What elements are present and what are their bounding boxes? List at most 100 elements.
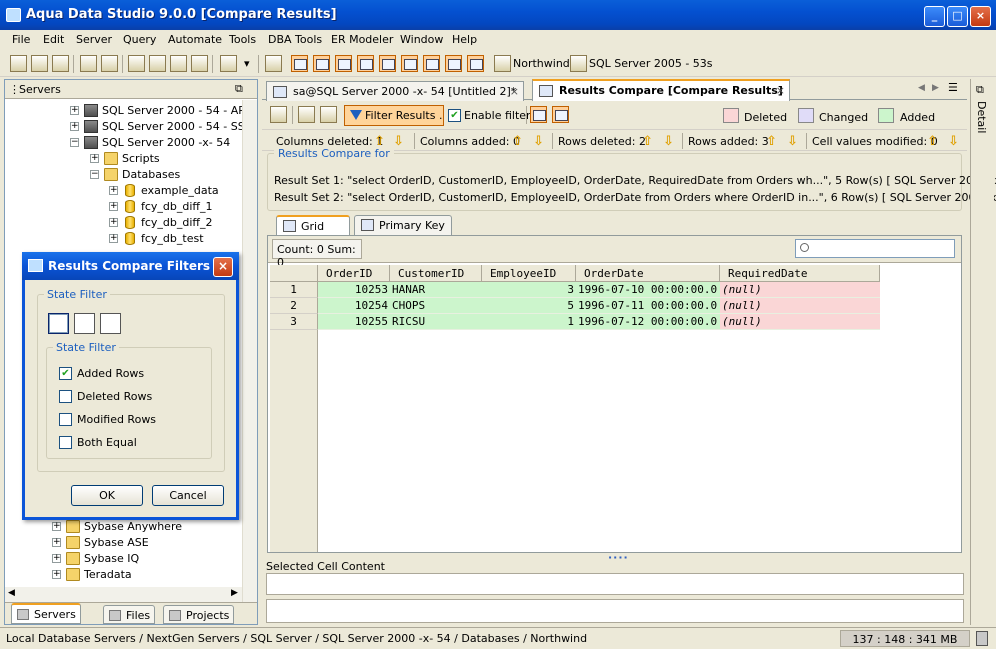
dropdown-arrow-icon[interactable]: ▾ — [244, 57, 250, 70]
garbage-collect-icon[interactable] — [976, 631, 988, 646]
pivot-view-icon[interactable] — [357, 55, 374, 72]
form-view-icon[interactable] — [445, 55, 462, 72]
table-cell[interactable]: 5 — [482, 298, 576, 314]
close-button[interactable]: × — [970, 6, 991, 27]
memory-usage[interactable]: 137 : 148 : 341 MB — [840, 630, 970, 647]
tab-projects[interactable]: Projects — [163, 605, 235, 624]
query-builder-icon[interactable] — [149, 55, 166, 72]
prev-arrow-icon[interactable]: ⇧ — [766, 134, 777, 149]
split-view-icon[interactable] — [423, 55, 440, 72]
column-header-orderdate[interactable]: OrderDate — [576, 265, 720, 282]
compare-icon[interactable] — [191, 55, 208, 72]
dialog-close-button[interactable]: × — [213, 257, 233, 277]
print-icon[interactable] — [265, 55, 282, 72]
table-cell[interactable]: RICSU — [390, 314, 482, 330]
tab-scroll-left-icon[interactable]: ◀ — [918, 83, 925, 93]
minimize-button[interactable]: _ — [924, 6, 945, 27]
column-header-orderid[interactable]: OrderID — [318, 265, 390, 282]
deleted-rows-checkbox[interactable] — [59, 390, 72, 403]
table-cell[interactable]: HANAR — [390, 282, 482, 298]
next-arrow-icon[interactable]: ⇩ — [533, 134, 544, 149]
tree-view-icon[interactable] — [401, 55, 418, 72]
column-header-employeeid[interactable]: EmployeeID — [482, 265, 576, 282]
detail-tab[interactable]: Detail — [975, 101, 988, 133]
prev-arrow-icon[interactable]: ⇧ — [642, 134, 653, 149]
filter-added-icon[interactable] — [48, 313, 69, 334]
restore-icon[interactable]: ⧉ — [976, 83, 984, 97]
grid-view-icon[interactable] — [291, 55, 308, 72]
menu-automate[interactable]: Automate — [168, 33, 222, 46]
layout-horizontal-icon[interactable] — [530, 106, 547, 123]
table-cell[interactable]: 1996-07-10 00:00:00.0 — [576, 282, 720, 298]
tab-scroll-right-icon[interactable]: ▶ — [932, 83, 939, 93]
column-header-customerid[interactable]: CustomerID — [390, 265, 482, 282]
table-cell[interactable]: (null) — [720, 282, 880, 298]
menu-edit[interactable]: Edit — [43, 33, 64, 46]
selected-cell-content-secondary[interactable] — [266, 599, 964, 623]
new-icon[interactable] — [10, 55, 27, 72]
table-cell[interactable]: CHOPS — [390, 298, 482, 314]
prev-arrow-icon[interactable]: ⇧ — [927, 134, 938, 149]
tab-list-icon[interactable]: ☰ — [948, 81, 958, 94]
connect-icon[interactable] — [80, 55, 97, 72]
disconnect-icon[interactable] — [101, 55, 118, 72]
database-label[interactable]: Northwind — [513, 57, 570, 70]
menu-help[interactable]: Help — [452, 33, 477, 46]
next-arrow-icon[interactable]: ⇩ — [787, 134, 798, 149]
menu-er-modeler[interactable]: ER Modeler — [331, 33, 393, 46]
filter-deleted-icon[interactable] — [74, 313, 95, 334]
scroll-left-icon[interactable]: ◀ — [8, 588, 15, 598]
enable-filter-checkbox[interactable]: ✔ — [448, 109, 461, 122]
cancel-button[interactable]: Cancel — [152, 485, 224, 506]
modified-rows-checkbox[interactable] — [59, 413, 72, 426]
table-cell[interactable]: 10255 — [318, 314, 390, 330]
added-rows-checkbox[interactable]: ✔ — [59, 367, 72, 380]
selected-cell-content[interactable] — [266, 573, 964, 595]
tab-grid[interactable]: Grid — [276, 215, 350, 235]
execute-icon[interactable] — [170, 55, 187, 72]
schema-icon[interactable] — [220, 55, 237, 72]
print-preview-icon[interactable] — [320, 106, 337, 123]
splitter-grip-icon[interactable]: ···· — [608, 551, 629, 564]
table-cell[interactable]: 10254 — [318, 298, 390, 314]
table-cell[interactable]: 1996-07-11 00:00:00.0 — [576, 298, 720, 314]
row-header[interactable]: 1 — [270, 282, 318, 298]
tree-horizontal-scrollbar[interactable]: ◀ ▶ — [5, 587, 242, 602]
restore-icon[interactable]: ⧉ — [235, 82, 243, 96]
table-cell[interactable]: (null) — [720, 298, 880, 314]
refresh-icon[interactable] — [270, 106, 287, 123]
close-tab-icon[interactable]: × — [776, 84, 785, 97]
scroll-right-icon[interactable]: ▶ — [231, 588, 238, 598]
list-view-icon[interactable] — [467, 55, 484, 72]
table-cell[interactable]: 10253 — [318, 282, 390, 298]
save-icon[interactable] — [52, 55, 69, 72]
grid-search-input[interactable] — [795, 239, 955, 258]
close-tab-icon[interactable]: × — [510, 85, 519, 98]
table-view-icon[interactable] — [313, 55, 330, 72]
filter-modified-icon[interactable] — [100, 313, 121, 334]
next-arrow-icon[interactable]: ⇩ — [393, 134, 404, 149]
both-equal-checkbox[interactable] — [59, 436, 72, 449]
row-header[interactable]: 2 — [270, 298, 318, 314]
tab-primary-key[interactable]: Primary Key — [354, 215, 452, 235]
tab-servers[interactable]: Servers — [11, 603, 81, 624]
next-arrow-icon[interactable]: ⇩ — [948, 134, 959, 149]
text-view-icon[interactable] — [379, 55, 396, 72]
menu-tools[interactable]: Tools — [229, 33, 256, 46]
ok-button[interactable]: OK — [71, 485, 143, 506]
table-cell[interactable]: 1 — [482, 314, 576, 330]
maximize-button[interactable]: □ — [947, 6, 968, 27]
save-icon[interactable] — [298, 106, 315, 123]
menu-window[interactable]: Window — [400, 33, 443, 46]
table-cell[interactable]: 3 — [482, 282, 576, 298]
menu-query[interactable]: Query — [123, 33, 156, 46]
chart-view-icon[interactable] — [335, 55, 352, 72]
server-label[interactable]: SQL Server 2005 - 53s — [589, 57, 713, 70]
tab-query-window[interactable]: sa@SQL Server 2000 -x- 54 [Untitled 2]* … — [266, 81, 524, 101]
row-header[interactable]: 3 — [270, 314, 318, 330]
query-window-icon[interactable] — [128, 55, 145, 72]
table-cell[interactable]: 1996-07-12 00:00:00.0 — [576, 314, 720, 330]
layout-vertical-icon[interactable] — [552, 106, 569, 123]
table-cell[interactable]: (null) — [720, 314, 880, 330]
filter-results-button[interactable]: Filter Results ... — [344, 105, 444, 126]
